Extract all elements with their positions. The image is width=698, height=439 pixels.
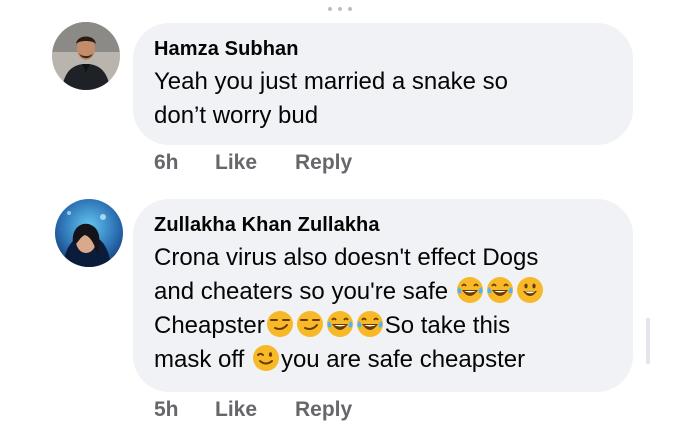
laughing-tears-emoji-icon xyxy=(356,310,384,338)
comment-text: Yeah you just married a snake so don’t w… xyxy=(154,65,613,133)
comment-text-segment: mask off xyxy=(154,346,245,373)
like-button[interactable]: Like xyxy=(215,151,257,175)
comment-text-line: don’t worry bud xyxy=(154,102,319,129)
comment-text-line: Cheapster So take this xyxy=(154,309,613,343)
smirk-emoji-icon xyxy=(266,310,294,338)
laughing-tears-emoji-icon xyxy=(326,310,354,338)
comment-text-line: mask off you are safe cheapster xyxy=(154,343,613,377)
comment-text: Crona virus also doesn't effect Dogs and… xyxy=(154,241,613,377)
comment-author[interactable]: Hamza Subhan xyxy=(154,36,613,62)
avatar-hamza-subhan[interactable] xyxy=(52,22,120,90)
more-options-dots[interactable] xyxy=(328,0,368,11)
laughing-tears-emoji-icon xyxy=(486,276,514,304)
comment-text-segment: and cheaters so you're safe xyxy=(154,278,449,305)
comment-bubble: Hamza Subhan Yeah you just married a sna… xyxy=(133,23,633,145)
laughing-tears-emoji-icon xyxy=(456,276,484,304)
comment-text-line: and cheaters so you're safe xyxy=(154,275,613,309)
winking-emoji-icon xyxy=(252,344,280,372)
smirk-emoji-icon xyxy=(296,310,324,338)
comment-text-segment: So take this xyxy=(384,312,511,339)
like-button[interactable]: Like xyxy=(215,398,257,422)
grinning-emoji-icon xyxy=(516,276,544,304)
comment-timestamp[interactable]: 5h xyxy=(154,398,179,422)
scrollbar-thumb[interactable] xyxy=(646,318,650,364)
comment-text-segment: Cheapster xyxy=(154,312,265,339)
comment-author[interactable]: Zullakha Khan Zullakha xyxy=(154,212,613,238)
comment-bubble: Zullakha Khan Zullakha Crona virus also … xyxy=(133,199,633,392)
comment-text-line: Crona virus also doesn't effect Dogs xyxy=(154,244,539,271)
reply-button[interactable]: Reply xyxy=(295,398,352,422)
avatar-zullakha-khan[interactable] xyxy=(55,199,123,267)
reply-button[interactable]: Reply xyxy=(295,151,352,175)
comment-timestamp[interactable]: 6h xyxy=(154,151,179,175)
comment-text-segment: you are safe cheapster xyxy=(280,346,526,373)
comment-text-line: Yeah you just married a snake so xyxy=(154,68,508,95)
